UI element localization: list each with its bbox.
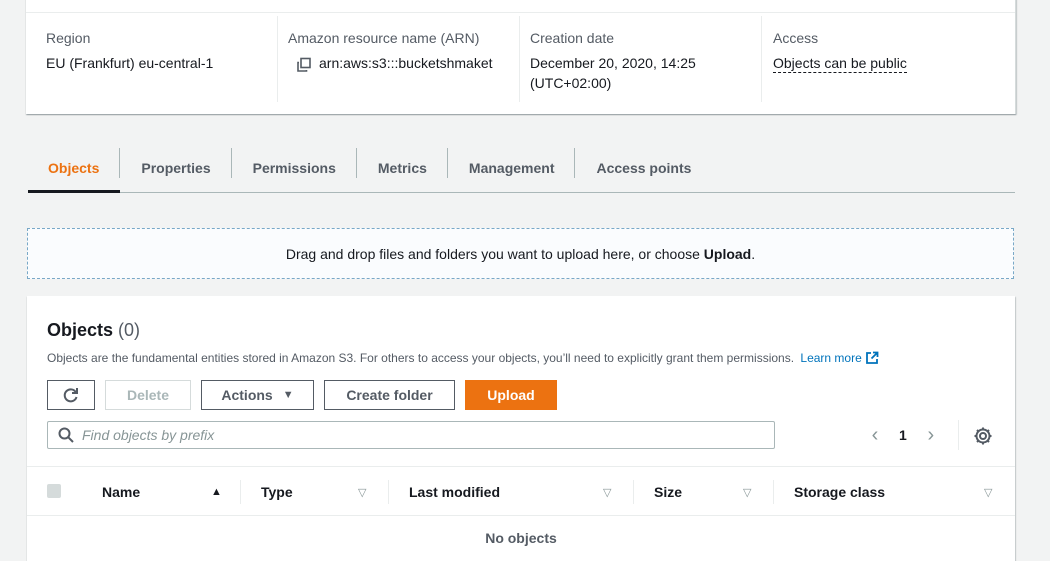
tab-access-points[interactable]: Access points (575, 145, 712, 191)
column-last-modified[interactable]: Last modified ▽ (409, 467, 619, 517)
access-label: Access (773, 30, 819, 46)
column-divider (761, 16, 762, 102)
sort-icon: ▽ (743, 486, 752, 499)
creation-date-label: Creation date (530, 30, 615, 46)
arn-value: arn:aws:s3:::bucketshmaket (319, 55, 493, 71)
bucket-tabs: Objects Properties Permissions Metrics M… (28, 145, 1015, 193)
tab-management[interactable]: Management (448, 145, 576, 191)
arn-label: Amazon resource name (ARN) (288, 30, 480, 46)
summary-divider (26, 12, 1015, 13)
column-storage-class[interactable]: Storage class ▽ (794, 467, 1004, 517)
objects-panel: Objects (0) Objects are the fundamental … (27, 296, 1015, 561)
column-type[interactable]: Type ▽ (261, 467, 391, 517)
sort-icon: ▽ (358, 486, 367, 499)
tab-permissions[interactable]: Permissions (232, 145, 357, 191)
column-name[interactable]: Name ▲ (102, 467, 242, 517)
access-value-link[interactable]: Objects can be public (773, 54, 907, 73)
tab-objects[interactable]: Objects (28, 145, 121, 193)
objects-heading: Objects (0) (47, 320, 140, 341)
objects-description: Objects are the fundamental entities sto… (47, 351, 879, 365)
upload-dropzone[interactable]: Drag and drop files and folders you want… (27, 228, 1014, 279)
column-size[interactable]: Size ▽ (654, 467, 774, 517)
creation-date-value: December 20, 2020, 14:25 (530, 55, 696, 71)
region-value: EU (Frankfurt) eu-central-1 (46, 55, 214, 71)
delete-button[interactable]: Delete (105, 380, 191, 410)
external-link-icon (865, 351, 879, 364)
prev-page-icon[interactable]: ‹ (865, 424, 885, 447)
empty-state-text: No objects (485, 530, 557, 546)
search-input[interactable] (82, 427, 732, 443)
creation-date-timezone: (UTC+02:00) (530, 75, 612, 91)
sort-icon: ▽ (603, 486, 612, 499)
caret-down-icon: ▼ (282, 389, 294, 401)
gear-icon[interactable] (973, 426, 993, 446)
region-field: Region EU (Frankfurt) eu-central-1 (46, 28, 213, 73)
learn-more-link[interactable]: Learn more (800, 351, 879, 365)
column-divider (277, 16, 278, 102)
refresh-button[interactable] (47, 380, 95, 410)
bucket-summary-card: Region EU (Frankfurt) eu-central-1 Amazo… (26, 0, 1016, 114)
create-folder-button[interactable]: Create folder (324, 380, 455, 410)
access-field: Access Objects can be public (773, 28, 907, 73)
upload-button[interactable]: Upload (465, 380, 557, 410)
arn-field: Amazon resource name (ARN) arn:aws:s3:::… (288, 28, 493, 73)
sort-ascending-icon: ▲ (211, 486, 222, 498)
objects-table-header: Name ▲ Type ▽ Last modified ▽ Size ▽ Sto… (27, 466, 1015, 516)
pagination: ‹ 1 › (865, 423, 941, 447)
tab-properties[interactable]: Properties (120, 145, 232, 191)
dropzone-text: Drag and drop files and folders you want… (285, 245, 700, 262)
object-search (47, 421, 775, 449)
actions-dropdown-button[interactable]: Actions ▼ (201, 380, 314, 410)
column-divider (519, 16, 520, 102)
copy-icon[interactable] (296, 57, 312, 73)
column-divider (240, 480, 241, 504)
select-all-checkbox[interactable] (47, 484, 61, 498)
region-label: Region (46, 30, 91, 46)
objects-title: Objects (47, 320, 114, 340)
next-page-icon[interactable]: › (921, 424, 941, 447)
dropzone-upload-word: Upload (703, 245, 752, 262)
refresh-icon (63, 388, 78, 403)
column-divider (633, 480, 634, 504)
column-divider (388, 480, 389, 504)
column-divider (773, 480, 774, 504)
sort-icon: ▽ (984, 486, 993, 499)
objects-count: (0) (118, 320, 141, 340)
creation-date-field: Creation date December 20, 2020, 14:25 (… (530, 28, 696, 93)
tab-metrics[interactable]: Metrics (357, 145, 448, 191)
search-icon (58, 427, 74, 443)
current-page[interactable]: 1 (899, 427, 907, 443)
pagination-divider (958, 420, 959, 450)
